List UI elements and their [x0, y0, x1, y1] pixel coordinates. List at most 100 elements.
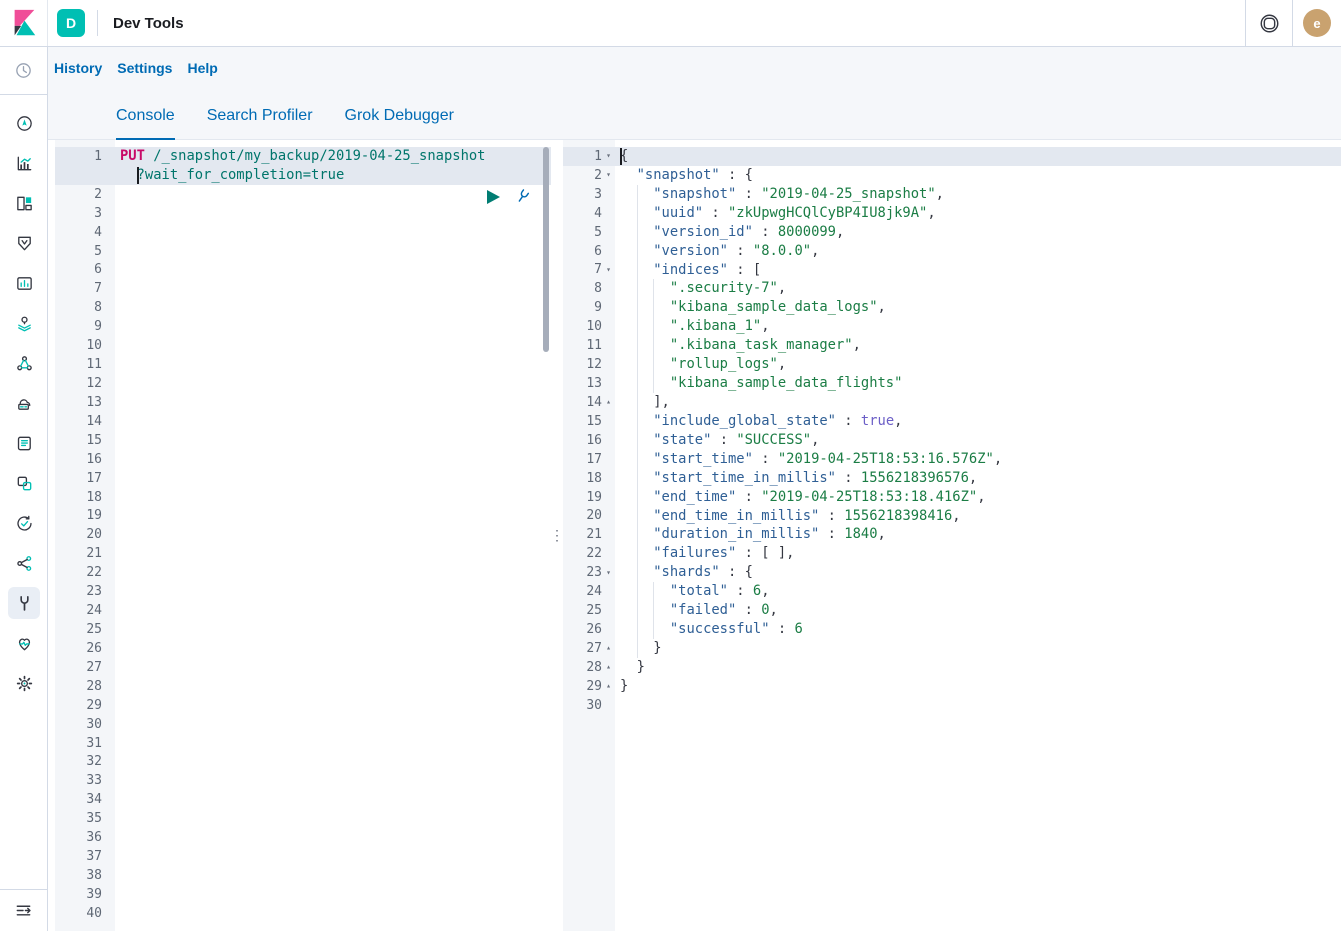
gutter-line: 22	[563, 544, 615, 563]
gutter-line: 1	[55, 147, 115, 166]
gutter-line: 2	[563, 166, 615, 185]
code-line	[115, 771, 551, 790]
sidebar-item-recent-history[interactable]	[0, 51, 47, 91]
sidebar-item-visualize[interactable]	[0, 143, 48, 183]
sidebar-item-graph[interactable]	[0, 343, 48, 383]
code-line	[115, 488, 551, 507]
kibana-logo[interactable]	[0, 0, 48, 46]
code-line	[115, 753, 551, 772]
dashboard-icon	[8, 187, 40, 219]
gutter-line: 24	[55, 601, 115, 620]
code-line	[115, 620, 551, 639]
code-line	[115, 582, 551, 601]
fold-close-icon[interactable]	[602, 663, 615, 671]
sidebar-item-maps[interactable]	[0, 263, 48, 303]
fold-open-icon[interactable]	[602, 266, 615, 274]
gutter-line: 9	[55, 317, 115, 336]
sidebar-item-metrics[interactable]	[0, 383, 48, 423]
help-buoy-icon	[1258, 12, 1281, 35]
app-sidebar	[0, 47, 48, 931]
request-actions	[486, 188, 531, 205]
space-badge[interactable]: D	[57, 9, 85, 37]
gutter-line: 21	[55, 544, 115, 563]
sidebar-item-logs[interactable]	[0, 423, 48, 463]
tab-console[interactable]: Console	[116, 107, 175, 140]
help-button[interactable]	[1246, 0, 1292, 46]
request-options-button[interactable]	[514, 188, 531, 205]
gutter-line: 14	[55, 412, 115, 431]
gutter-line: 34	[55, 790, 115, 809]
collapse-menu-button[interactable]	[0, 889, 47, 931]
menu-settings[interactable]: Settings	[117, 60, 172, 76]
code-line	[115, 866, 551, 885]
code-line	[115, 828, 551, 847]
gutter-line: 38	[55, 866, 115, 885]
code-line	[115, 242, 551, 261]
fold-open-icon[interactable]	[602, 152, 615, 160]
sidebar-item-dev-tools[interactable]	[0, 583, 48, 623]
wrench-icon	[511, 185, 535, 209]
monitoring-icon	[8, 627, 40, 659]
indent-guide	[637, 507, 638, 526]
code-line	[115, 601, 551, 620]
request-editor[interactable]: 1234567891011121314151617181920212223242…	[55, 140, 551, 931]
code-line	[115, 790, 551, 809]
gutter-line: 24	[563, 582, 615, 601]
sidebar-item-discover[interactable]	[0, 103, 48, 143]
dev-tools-tabs: Console Search Profiler Grok Debugger	[116, 107, 486, 140]
gutter-line: 23	[55, 582, 115, 601]
gutter-line: 7	[55, 279, 115, 298]
maps-icon	[8, 267, 40, 299]
code-line	[115, 809, 551, 828]
fold-close-icon[interactable]	[602, 682, 615, 690]
code-line	[115, 544, 551, 563]
sidebar-item-management[interactable]	[0, 663, 48, 703]
gutter-line: 30	[563, 696, 615, 715]
request-scrollbar-thumb[interactable]	[543, 147, 549, 352]
code-line	[115, 279, 551, 298]
response-viewer[interactable]: 1234567891011121314151617181920212223242…	[563, 140, 1341, 931]
code-line	[615, 696, 1341, 715]
sidebar-item-siem[interactable]	[0, 543, 48, 583]
gutter-line: 31	[55, 734, 115, 753]
apm-icon	[8, 467, 40, 499]
indent-guide	[653, 298, 654, 317]
fold-close-icon[interactable]	[602, 398, 615, 406]
user-avatar[interactable]: e	[1303, 9, 1331, 37]
sidebar-item-machine-learning[interactable]	[0, 303, 48, 343]
gutter-line: 11	[55, 355, 115, 374]
code-line	[115, 885, 551, 904]
indent-guide	[637, 336, 638, 355]
menu-help[interactable]: Help	[187, 60, 217, 76]
code-line	[115, 639, 551, 658]
indent-guide	[637, 242, 638, 261]
code-line: "start_time_in_millis" : 1556218396576,	[615, 469, 1341, 488]
code-line: ".kibana_1",	[615, 317, 1341, 336]
code-line: "snapshot" : {	[615, 166, 1341, 185]
indent-guide	[637, 601, 638, 620]
code-line: }	[615, 639, 1341, 658]
fold-open-icon[interactable]	[602, 171, 615, 179]
panel-resize-handle[interactable]	[551, 140, 563, 931]
tab-grok-debugger[interactable]: Grok Debugger	[345, 107, 454, 140]
tab-search-profiler[interactable]: Search Profiler	[207, 107, 313, 140]
send-request-button[interactable]	[486, 189, 501, 205]
sidebar-item-stack-monitoring[interactable]	[0, 623, 48, 663]
ml-icon	[8, 307, 40, 339]
indent-guide	[637, 431, 638, 450]
sidebar-item-apm[interactable]	[0, 463, 48, 503]
gutter-line: 10	[563, 317, 615, 336]
code-line	[115, 223, 551, 242]
fold-open-icon[interactable]	[602, 569, 615, 577]
code-line: "failures" : [ ],	[615, 544, 1341, 563]
response-code[interactable]: { "snapshot" : { "snapshot" : "2019-04-2…	[615, 140, 1341, 931]
fold-close-icon[interactable]	[602, 644, 615, 652]
sidebar-item-canvas[interactable]	[0, 223, 48, 263]
code-line: {	[615, 147, 1341, 166]
code-line	[115, 469, 551, 488]
request-code[interactable]: PUT /_snapshot/my_backup/2019-04-25_snap…	[115, 140, 551, 931]
sidebar-item-dashboard[interactable]	[0, 183, 48, 223]
sidebar-item-uptime[interactable]	[0, 503, 48, 543]
code-line	[115, 204, 551, 223]
menu-history[interactable]: History	[54, 60, 102, 76]
